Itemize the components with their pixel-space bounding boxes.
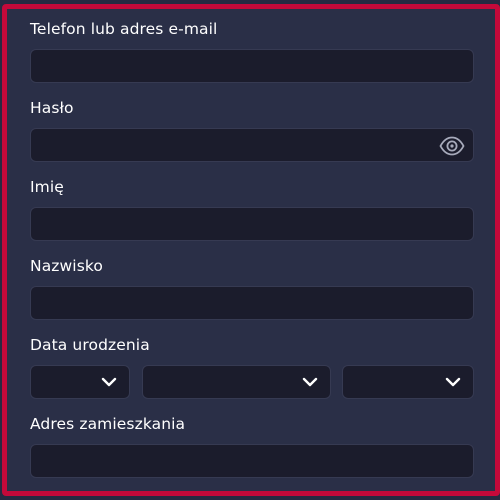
phone-email-label: Telefon lub adres e-mail (30, 20, 218, 38)
last-name-label: Nazwisko (30, 257, 103, 275)
birth-year-select[interactable] (342, 365, 474, 399)
first-name-input[interactable] (30, 207, 474, 241)
last-name-input[interactable] (30, 286, 474, 320)
address-input[interactable] (30, 444, 474, 478)
first-name-label: Imię (30, 178, 64, 196)
birth-month-select[interactable] (142, 365, 331, 399)
phone-email-input[interactable] (30, 49, 474, 83)
chevron-down-icon (302, 377, 318, 387)
eye-icon[interactable] (439, 136, 465, 156)
password-label: Hasło (30, 99, 74, 117)
address-label: Adres zamieszkania (30, 415, 186, 433)
birth-date-label: Data urodzenia (30, 336, 150, 354)
birth-day-select[interactable] (30, 365, 130, 399)
chevron-down-icon (445, 377, 461, 387)
chevron-down-icon (101, 377, 117, 387)
password-input[interactable] (30, 128, 474, 162)
